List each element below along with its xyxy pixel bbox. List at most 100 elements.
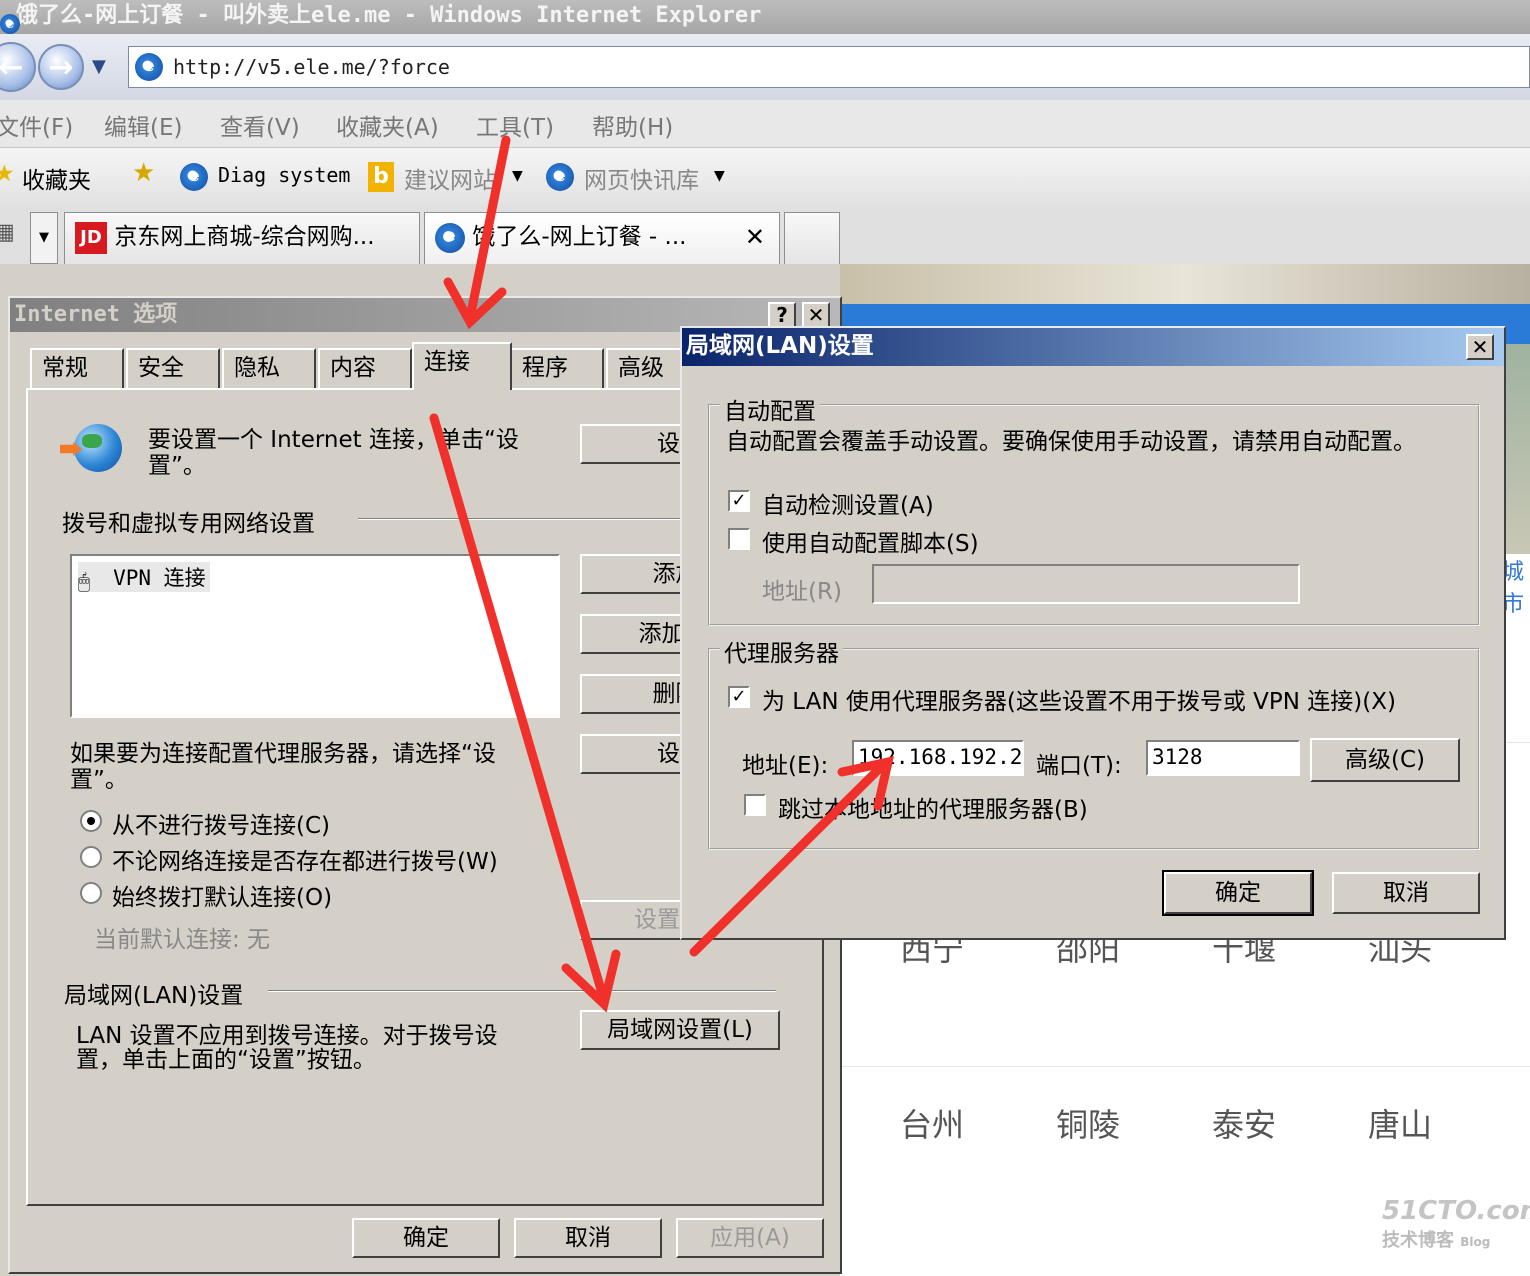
tab-label: 饿了么-网上订餐 - ... (472, 224, 687, 250)
lan-settings-dialog: 局域网(LAN)设置 ✕ 自动配置 自动配置会覆盖手动设置。要确保使用手动设置，… (680, 326, 1506, 940)
divider (840, 1066, 1530, 1067)
tab-bar: ▦ ▼ JD 京东网上商城-综合网购... e 饿了么-网上订餐 - ... ✕ (0, 206, 1530, 264)
close-button[interactable]: ✕ (1466, 334, 1494, 360)
bypass-local-label[interactable]: 跳过本地地址的代理服务器(B) (778, 790, 1088, 824)
watermark-blog: Blog (1460, 1235, 1491, 1249)
use-proxy-checkbox[interactable]: ✓ (728, 686, 750, 708)
favorites-button[interactable]: 收藏夹 (22, 161, 91, 195)
back-button[interactable]: ← (0, 42, 36, 92)
ie-page-icon: e (135, 53, 163, 81)
address-bar[interactable]: e http://v5.ele.me/?force (128, 46, 1530, 88)
auto-detect-label[interactable]: 自动检测设置(A) (762, 486, 934, 520)
menu-favorites[interactable]: 收藏夹(A) (336, 108, 439, 142)
use-script-label[interactable]: 使用自动配置脚本(S) (762, 524, 979, 558)
ie-icon: e (435, 222, 465, 253)
proxy-address-field[interactable]: 192.168.192.22 (852, 740, 1024, 776)
tab-programs[interactable]: 程序 (510, 348, 604, 388)
ie-fav-icon-2: e (546, 163, 574, 191)
fav-web-slice-gallery[interactable]: 网页快讯库 (584, 161, 699, 195)
tab-privacy[interactable]: 隐私 (222, 348, 316, 388)
quick-tabs-icon[interactable]: ▦ (0, 220, 15, 245)
tab-security[interactable]: 安全 (126, 348, 220, 388)
auto-detect-checkbox[interactable]: ✓ (728, 490, 750, 512)
help-button[interactable]: ? (768, 302, 796, 328)
new-tab-button[interactable] (784, 212, 840, 264)
script-address-field[interactable] (872, 564, 1300, 604)
globe-icon (60, 420, 126, 480)
watermark-sub: 技术博客 (1382, 1230, 1454, 1251)
list-item-vpn[interactable]: 🖱 VPN 连接 (78, 562, 210, 593)
radio-always-dial[interactable] (80, 882, 102, 904)
bing-icon: b (368, 162, 394, 192)
radio-dial-whenever-label[interactable]: 不论网络连接是否存在都进行拨号(W) (112, 842, 498, 876)
fav-diag-system[interactable]: Diag system (218, 163, 350, 187)
tab-content[interactable]: 内容 (318, 348, 412, 388)
watermark: 51CTO.com 技术博客 Blog (1382, 1196, 1530, 1256)
tab-connections[interactable]: 连接 (412, 342, 512, 390)
forward-arrow-icon: → (48, 49, 74, 85)
radio-never-dial[interactable] (80, 810, 102, 832)
tab-list-button[interactable]: ▼ (30, 212, 58, 264)
cancel-button[interactable]: 取消 (514, 1218, 662, 1258)
chevron-down-icon[interactable]: ▼ (512, 168, 523, 184)
bypass-local-checkbox[interactable] (744, 794, 766, 816)
close-tab-icon[interactable]: ✕ (745, 213, 765, 261)
forward-button[interactable]: → (38, 44, 84, 90)
window-title: 饿了么-网上订餐 - 叫外卖上ele.me - Windows Internet… (16, 3, 762, 28)
apply-button[interactable]: 应用(A) (676, 1218, 824, 1258)
radio-never-dial-label[interactable]: 从不进行拨号连接(C) (112, 806, 330, 840)
fav-suggested-sites[interactable]: 建议网站 (404, 161, 500, 195)
tab-label: 京东网上商城-综合网购... (114, 224, 375, 250)
ie-icon: e (0, 6, 20, 34)
menu-tools[interactable]: 工具(T) (476, 108, 554, 142)
watermark-site: 51CTO.com (1382, 1196, 1530, 1226)
connections-list[interactable]: 🖱 VPN 连接 (70, 554, 560, 718)
cancel-button[interactable]: 取消 (1332, 872, 1480, 914)
page-banner (840, 264, 1530, 304)
close-icon: ✕ (807, 303, 825, 327)
radio-dial-whenever[interactable] (80, 846, 102, 868)
city-link[interactable]: 唐山 (1368, 1100, 1432, 1146)
radio-always-dial-label[interactable]: 始终拨打默认连接(O) (112, 878, 332, 912)
close-icon: ✕ (1471, 335, 1489, 359)
chevron-down-icon: ▼ (92, 56, 106, 77)
menu-file[interactable]: 文件(F) (0, 108, 73, 142)
help-icon: ? (776, 303, 788, 327)
lan-settings-button[interactable]: 局域网设置(L) (580, 1010, 780, 1050)
proxy-port-field[interactable]: 3128 (1146, 740, 1300, 776)
city-link[interactable]: 台州 (900, 1100, 964, 1146)
dialog-titlebar: 局域网(LAN)设置 (682, 328, 1504, 366)
history-dropdown-button[interactable]: ▼ (92, 56, 106, 77)
window-titlebar: e 饿了么-网上订餐 - 叫外卖上ele.me - Windows Intern… (0, 0, 1530, 34)
divider (268, 990, 776, 992)
use-script-checkbox[interactable] (728, 528, 750, 550)
page-link-fragment[interactable]: 城市 (1502, 554, 1530, 618)
ok-button[interactable]: 确定 (352, 1218, 500, 1258)
tab-eleme[interactable]: e 饿了么-网上订餐 - ... ✕ (424, 212, 780, 264)
back-arrow-icon: ← (0, 49, 24, 85)
use-proxy-label[interactable]: 为 LAN 使用代理服务器(这些设置不用于拨号或 VPN 连接)(X) (762, 682, 1396, 716)
menu-edit[interactable]: 编辑(E) (104, 108, 182, 142)
vpn-item-label: VPN 连接 (113, 566, 206, 590)
setup-text-line2: 置”。 (148, 453, 206, 479)
lan-text-line2: 置，单击上面的“设置”按钮。 (76, 1047, 376, 1073)
tab-general[interactable]: 常规 (30, 348, 124, 388)
add-favorite-icon[interactable]: ★ (132, 158, 155, 188)
advanced-button[interactable]: 高级(C) (1310, 738, 1460, 782)
address-url: http://v5.ele.me/?force (173, 55, 450, 79)
chevron-down-icon[interactable]: ▼ (714, 168, 725, 184)
city-link[interactable]: 泰安 (1212, 1100, 1276, 1146)
current-default-connection: 当前默认连接: 无 (94, 927, 271, 953)
ok-button[interactable]: 确定 (1162, 870, 1314, 916)
city-link[interactable]: 铜陵 (1056, 1100, 1120, 1146)
dialog-title: 局域网(LAN)设置 (686, 333, 874, 359)
favorites-bar: ★ 收藏夹 ★ e Diag system b 建议网站 ▼ e 网页快讯库 ▼ (0, 148, 1530, 206)
close-button[interactable]: ✕ (802, 302, 830, 328)
check-icon: ✓ (731, 490, 747, 511)
menu-view[interactable]: 查看(V) (220, 108, 300, 142)
menu-help[interactable]: 帮助(H) (592, 108, 673, 142)
vpn-connection-icon: 🖱 (78, 568, 90, 593)
tab-jd[interactable]: JD 京东网上商城-综合网购... (64, 212, 420, 264)
menu-bar: 文件(F) 编辑(E) 查看(V) 收藏夹(A) 工具(T) 帮助(H) (0, 100, 1530, 148)
proxy-port-label: 端口(T): (1036, 753, 1122, 779)
